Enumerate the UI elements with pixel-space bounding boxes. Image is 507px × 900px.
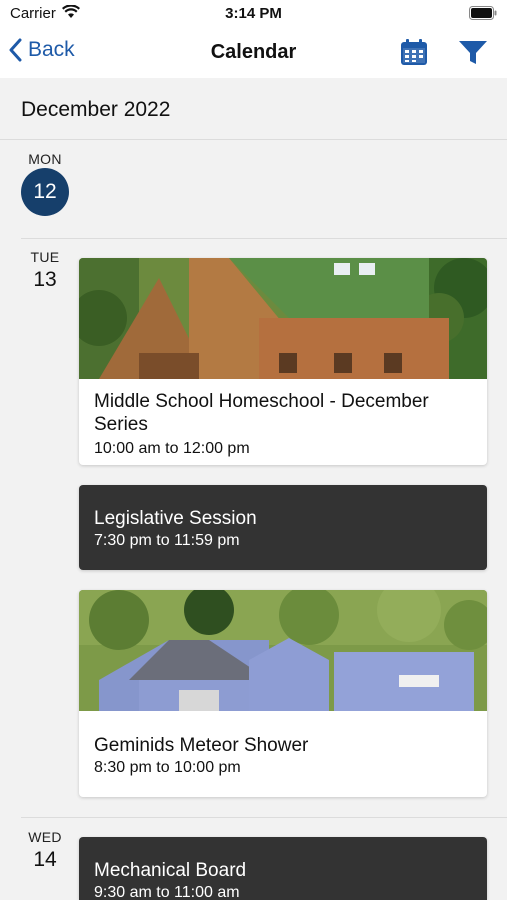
day-divider (21, 817, 507, 818)
page-title: Calendar (210, 41, 297, 63)
day-of-week-wed: WED (28, 829, 62, 845)
event-title: Middle School Homeschool - December Seri… (94, 391, 429, 435)
calendar-button[interactable] (400, 39, 428, 71)
filter-button[interactable] (458, 40, 488, 71)
event-title: Geminids Meteor Shower (94, 735, 309, 756)
event-card[interactable]: Mechanical Board 9:30 am to 11:00 am (79, 837, 487, 900)
battery-icon (469, 6, 497, 25)
date-number: 12 (33, 180, 57, 203)
event-card[interactable]: Geminids Meteor Shower 8:30 pm to 10:00 … (79, 590, 487, 797)
date-number: 13 (33, 268, 57, 291)
back-button[interactable]: Back (8, 38, 75, 62)
month-header: December 2022 (0, 78, 507, 140)
month-label: December 2022 (21, 98, 171, 121)
event-time: 9:30 am to 11:00 am (94, 884, 240, 900)
status-time: 3:14 PM (225, 5, 282, 22)
event-title: Mechanical Board (94, 860, 247, 881)
navigation-bar: Back Calendar (0, 28, 507, 78)
event-image (79, 590, 487, 711)
calendar-icon (401, 39, 427, 65)
chevron-left-icon (9, 38, 22, 62)
event-title: Legislative Session (94, 508, 257, 529)
day-of-week-mon: MON (28, 151, 62, 167)
event-card[interactable]: Legislative Session 7:30 pm to 11:59 pm (79, 485, 487, 570)
filter-icon (459, 41, 487, 64)
day-divider (21, 238, 507, 239)
event-card[interactable]: Middle School Homeschool - December Seri… (79, 258, 487, 465)
event-image (79, 258, 487, 379)
event-time: 7:30 pm to 11:59 pm (94, 532, 240, 549)
date-number: 14 (33, 848, 57, 871)
status-bar: Carrier 3:14 PM (0, 0, 507, 28)
back-label: Back (28, 38, 75, 61)
selected-date-circle[interactable]: 12 (21, 168, 69, 216)
day-of-week-tue: TUE (30, 249, 60, 265)
event-time: 8:30 pm to 10:00 pm (94, 759, 241, 776)
event-time: 10:00 am to 12:00 pm (94, 440, 250, 457)
